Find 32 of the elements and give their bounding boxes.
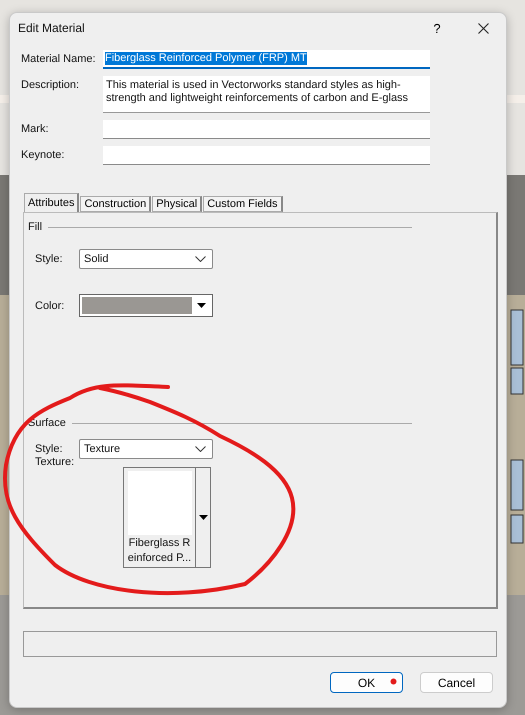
dropdown-triangle-icon — [198, 515, 208, 520]
texture-picker[interactable]: Fiberglass R einforced P... — [123, 467, 211, 568]
text-field[interactable] — [103, 146, 430, 165]
ok-button[interactable]: OK — [330, 672, 403, 693]
text-field[interactable] — [103, 120, 430, 139]
tab[interactable]: Custom Fields — [203, 196, 282, 212]
field-label: Mark: — [21, 122, 50, 137]
description-field[interactable]: This material is used in Vectorworks standard styles as high- strength and lightweight reinforcements of carbon and E-glass — [103, 76, 430, 113]
field-label: Color: — [35, 300, 66, 312]
field-label: Texture: — [35, 456, 76, 468]
texture-menu-button[interactable] — [195, 468, 210, 567]
field-label: Keynote: — [21, 148, 66, 163]
color-dropdown[interactable] — [79, 294, 213, 317]
close-icon — [478, 22, 488, 34]
tab[interactable]: Physical — [152, 196, 202, 212]
marker-dot — [390, 678, 397, 685]
style-dropdown[interactable]: Texture — [79, 439, 213, 459]
tab[interactable]: Attributes — [24, 193, 80, 212]
text-field[interactable]: Fiberglass Reinforced Polymer (FRP) MT — [103, 50, 430, 69]
style-dropdown[interactable]: Solid — [79, 249, 213, 269]
field-label: Material Name: — [21, 52, 97, 67]
field-label: Style: — [35, 253, 64, 265]
field-label: Style: — [35, 443, 64, 455]
field-label: Description: — [21, 78, 80, 93]
group-title: Fill — [28, 221, 42, 233]
texture-name: einforced P... — [128, 552, 192, 565]
texture-name: Fiberglass R — [128, 537, 190, 550]
help-button[interactable]: ? — [414, 13, 460, 43]
dropdown-triangle-icon — [196, 303, 206, 308]
tab[interactable]: Construction — [80, 196, 152, 212]
window-title: Edit Material — [18, 21, 86, 35]
cancel-button[interactable]: Cancel — [420, 672, 493, 693]
